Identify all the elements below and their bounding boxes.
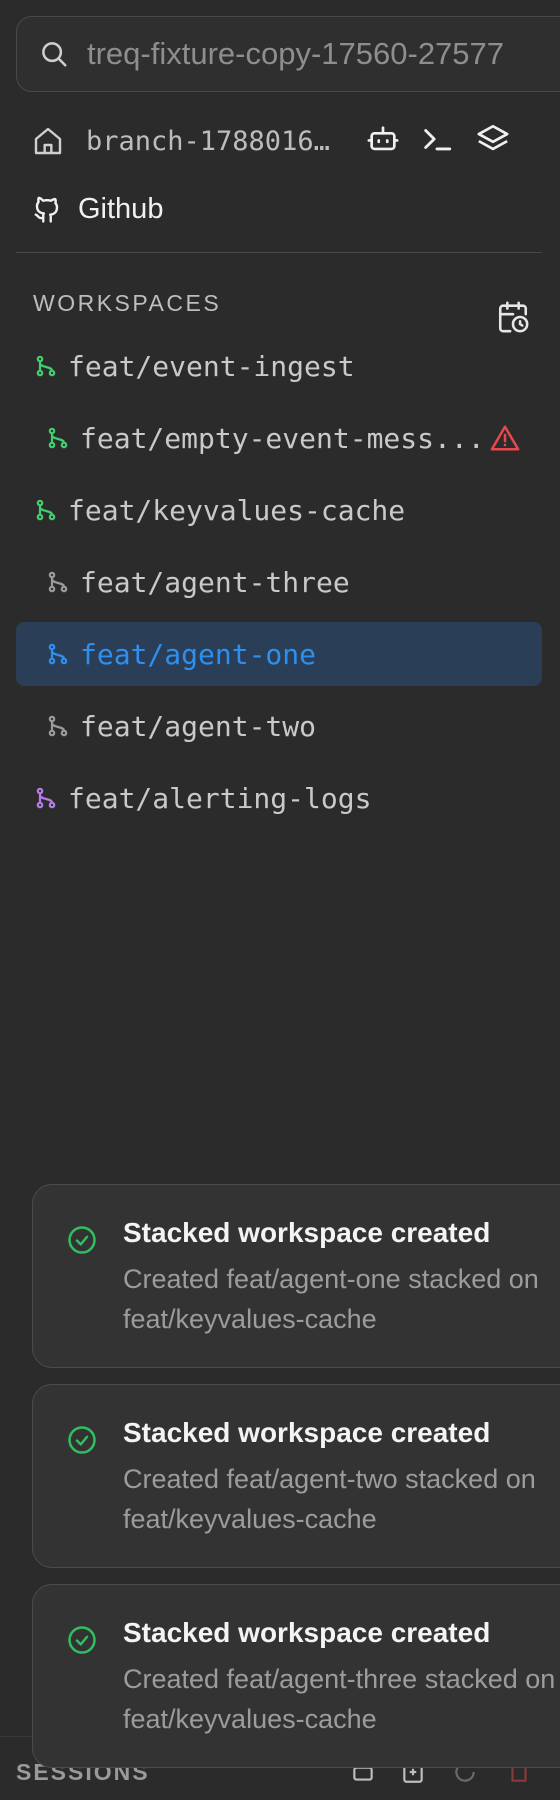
branch-name: branch-1788016... [86,125,342,157]
git-branch-icon [36,355,56,377]
git-branch-icon [36,787,56,809]
git-branch-icon [48,715,68,737]
workspace-item-empty-event-mess[interactable]: feat/empty-event-mess... [46,406,485,470]
check-circle-icon [68,1626,96,1654]
github-link[interactable]: Github [32,186,163,232]
workspaces-heading: WORKSPACES [33,290,222,316]
github-label: Github [78,192,164,225]
toast-message-line: Created feat/agent-two stacked on [123,1464,536,1494]
git-branch-icon [48,427,68,449]
toast-notification[interactable]: Stacked workspace created Created feat/a… [32,1584,560,1768]
git-branch-icon [36,499,56,521]
layers-icon[interactable] [476,122,510,156]
branch-row: branch-1788016... [32,118,532,164]
workspace-label: feat/alerting-logs [68,781,372,815]
terminal-icon[interactable] [420,122,454,156]
workspace-item-event-ingest[interactable]: feat/event-ingest [34,334,355,398]
workspace-item-agent-one[interactable]: feat/agent-one [46,622,316,686]
toast-message-line: feat/keyvalues-cache [123,1304,377,1334]
workspace-item-agent-two[interactable]: feat/agent-two [46,694,316,758]
toast-title: Stacked workspace created [123,1617,491,1648]
check-circle-icon [68,1426,96,1454]
workspace-label: feat/empty-event-mess... [80,421,485,455]
toast-message: Created feat/agent-three stacked on feat… [123,1659,560,1739]
toast-message-line: feat/keyvalues-cache [123,1704,377,1734]
workspace-label: feat/agent-one [80,637,317,671]
workspace-item-agent-three[interactable]: feat/agent-three [46,550,350,614]
git-branch-icon [48,571,68,593]
workspace-item-alerting-logs[interactable]: feat/alerting-logs [34,766,371,830]
warning-icon [490,425,520,451]
robot-icon[interactable] [366,122,400,156]
toast-message-line: Created feat/agent-three stacked on [123,1664,556,1694]
workspace-label: feat/agent-two [80,709,317,743]
check-circle-icon [68,1226,96,1254]
search-box[interactable]: treq-fixture-copy-17560-27577 [16,16,560,92]
divider [16,252,542,253]
workspace-label: feat/event-ingest [68,349,355,383]
toast-title: Stacked workspace created [123,1217,491,1248]
search-icon [42,42,67,67]
toast-message: Created feat/agent-one stacked on feat/k… [123,1259,560,1339]
toast-notification[interactable]: Stacked workspace created Created feat/a… [32,1384,560,1568]
github-icon [34,196,59,223]
sidebar: treq-fixture-copy-17560-27577 branch-178… [0,0,560,1800]
toast-title: Stacked workspace created [123,1417,491,1448]
toast-notification[interactable]: Stacked workspace created Created feat/a… [32,1184,560,1368]
calendar-clock-icon[interactable] [496,300,530,334]
toast-message-line: Created feat/agent-one stacked on [123,1264,539,1294]
home-icon[interactable] [32,125,64,157]
workspace-item-keyvalues-cache[interactable]: feat/keyvalues-cache [34,478,405,542]
workspace-label: feat/keyvalues-cache [68,493,406,527]
workspace-label: feat/agent-three [80,565,350,599]
toast-message: Created feat/agent-two stacked on feat/k… [123,1459,560,1539]
search-input[interactable]: treq-fixture-copy-17560-27577 [87,36,504,72]
toast-message-line: feat/keyvalues-cache [123,1504,377,1534]
git-branch-icon [48,643,68,665]
